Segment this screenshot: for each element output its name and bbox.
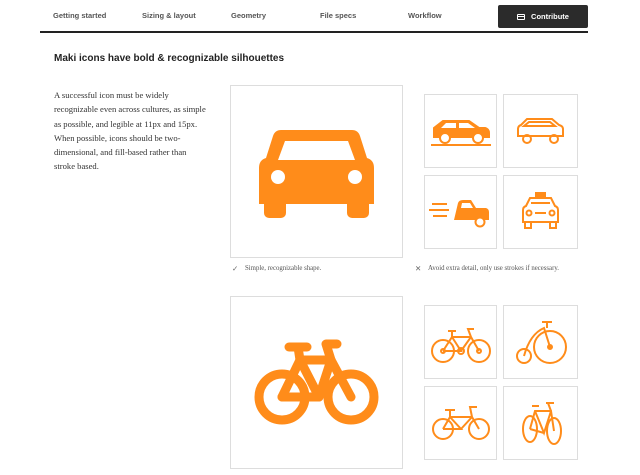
bmx-bicycle-icon (432, 406, 490, 440)
window-icon (517, 13, 526, 20)
check-icon: ✓ (232, 264, 239, 273)
bad-example-road-bicycle (503, 386, 578, 460)
bad-example-penny-farthing (503, 305, 578, 379)
contribute-button[interactable]: Contribute (498, 5, 588, 28)
bicycle-icon (254, 339, 379, 425)
car-outline-icon (517, 118, 564, 144)
top-navigation: Getting started Sizing & layout Geometry… (40, 0, 588, 33)
nav-workflow[interactable]: Workflow (408, 11, 442, 20)
nav-getting-started[interactable]: Getting started (53, 11, 106, 20)
nav-geometry[interactable]: Geometry (231, 11, 266, 20)
taxi-icon (522, 192, 559, 229)
car-icon (259, 130, 374, 218)
section-body: A successful icon must be widely recogni… (54, 90, 206, 172)
nav-sizing-layout[interactable]: Sizing & layout (142, 11, 196, 20)
bad-example-suv (424, 94, 497, 168)
bad-example-bmx-bicycle (424, 386, 497, 460)
contribute-label: Contribute (531, 12, 569, 21)
penny-farthing-icon (516, 321, 567, 364)
suv-icon (431, 120, 491, 146)
dont-caption: ✕ Avoid extra detail, only use strokes i… (415, 264, 559, 273)
good-example-bicycle (230, 296, 403, 469)
do-caption: ✓ Simple, recognizable shape. (232, 264, 321, 273)
bad-example-taxi (503, 175, 578, 249)
speeding-car-icon (429, 200, 489, 228)
nav-file-specs[interactable]: File specs (320, 11, 356, 20)
bad-example-detailed-bicycle (424, 305, 497, 379)
bad-example-car-outline (503, 94, 578, 168)
dont-caption-text: Avoid extra detail, only use strokes if … (428, 265, 559, 272)
do-caption-text: Simple, recognizable shape. (245, 265, 322, 272)
good-example-car (230, 85, 403, 258)
bad-example-speeding-car (424, 175, 497, 249)
road-bicycle-icon (522, 402, 562, 445)
cross-icon: ✕ (415, 264, 422, 273)
section-heading: Maki icons have bold & recognizable silh… (54, 53, 285, 64)
detailed-bicycle-icon (431, 328, 491, 363)
